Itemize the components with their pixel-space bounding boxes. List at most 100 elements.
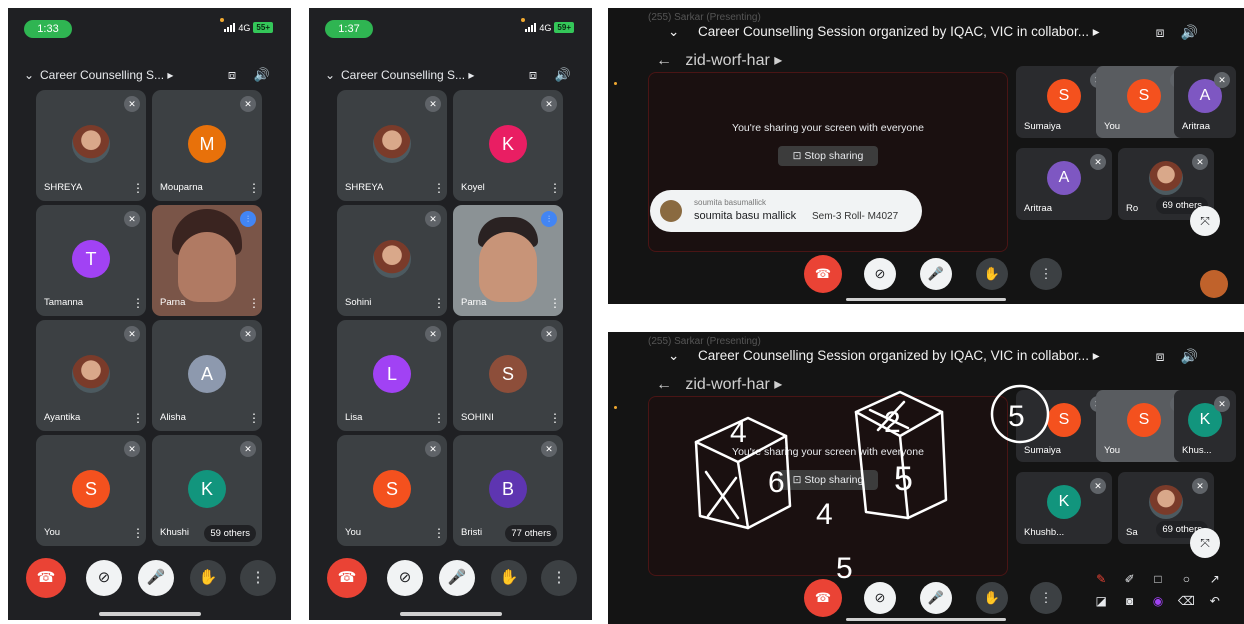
tile-menu-icon[interactable]: ⋮: [549, 181, 561, 195]
others-count-badge[interactable]: 77 others: [505, 525, 557, 542]
meeting-title[interactable]: Career Counselling S... ▸: [40, 68, 217, 82]
color-picker-icon[interactable]: ◉: [1145, 594, 1171, 614]
participant-tile[interactable]: ✕ Sohini ⋮: [337, 205, 447, 316]
speaker-icon[interactable]: 🔊: [1181, 24, 1214, 40]
participant-tile[interactable]: K ✕ Khus...: [1174, 390, 1236, 462]
tile-menu-icon[interactable]: ⋮: [433, 411, 445, 425]
participant-tile[interactable]: ⫶ Parna ⋮: [453, 205, 563, 316]
tile-menu-icon[interactable]: ⋮: [248, 296, 260, 310]
circle-tool-icon[interactable]: ○: [1173, 572, 1199, 592]
tile-menu-icon[interactable]: ⋮: [433, 296, 445, 310]
collapse-chevron-icon[interactable]: ⌄: [668, 348, 698, 364]
home-indicator[interactable]: [846, 618, 1006, 621]
back-arrow-icon[interactable]: ←: [656, 376, 672, 393]
stop-sharing-button[interactable]: ⊡ Stop sharing: [778, 470, 878, 490]
meeting-code-row[interactable]: ← zid-worf-har ▸: [656, 50, 782, 70]
meeting-title[interactable]: Career Counselling S... ▸: [341, 68, 518, 82]
participant-tile[interactable]: S ✕ SOHINI ⋮: [453, 320, 563, 431]
tile-menu-icon[interactable]: ⋮: [132, 296, 144, 310]
tile-menu-icon[interactable]: ⋮: [549, 411, 561, 425]
meeting-title[interactable]: ⌄ Career Counselling Session organized by…: [668, 24, 1184, 46]
participant-tile[interactable]: K ✕ Khushb...: [1016, 472, 1112, 544]
stop-sharing-button[interactable]: ⊡ Stop sharing: [778, 146, 878, 166]
annotate-pen-icon[interactable]: [1200, 270, 1228, 298]
raise-hand-button[interactable]: ✋: [491, 560, 527, 596]
collapse-chevron-icon[interactable]: ⌄: [325, 68, 341, 82]
tile-menu-icon[interactable]: ⋮: [549, 296, 561, 310]
collapse-chevron-icon[interactable]: ⌄: [24, 68, 40, 82]
camera-tool-icon[interactable]: ◙: [1116, 594, 1142, 614]
mic-off-button[interactable]: 🎤: [138, 560, 174, 596]
eraser-icon[interactable]: ⌫: [1173, 594, 1199, 614]
undo-icon[interactable]: ↶: [1202, 594, 1228, 614]
home-indicator[interactable]: [98, 612, 201, 616]
back-arrow-icon[interactable]: ←: [656, 52, 672, 69]
mic-off-button[interactable]: 🎤: [439, 560, 475, 596]
more-options-button[interactable]: ⋮: [1030, 258, 1062, 290]
fullscreen-button[interactable]: ⤧: [1190, 528, 1220, 558]
more-options-button[interactable]: ⋮: [240, 560, 276, 596]
pen-tool-icon[interactable]: ✎: [1088, 572, 1114, 592]
chat-toast[interactable]: soumita basumallick soumita basu mallick…: [650, 190, 922, 232]
highlighter-icon[interactable]: ✐: [1116, 572, 1142, 592]
arrow-tool-icon[interactable]: ↗: [1202, 572, 1228, 592]
camera-off-button[interactable]: ⊘: [864, 258, 896, 290]
mic-muted-icon: ✕: [1214, 72, 1230, 88]
collapse-chevron-icon[interactable]: ⌄: [668, 24, 698, 40]
more-options-button[interactable]: ⋮: [1030, 582, 1062, 614]
end-call-button[interactable]: ☎: [804, 579, 842, 617]
tile-menu-icon[interactable]: ⋮: [248, 411, 260, 425]
participant-tile[interactable]: S ✕ You ⋮: [337, 435, 447, 546]
participant-tile[interactable]: K ✕ Khushi 59 others: [152, 435, 262, 546]
participant-tile[interactable]: T ✕ Tamanna ⋮: [36, 205, 146, 316]
participant-tile[interactable]: S ✕ You ⋮: [36, 435, 146, 546]
switch-camera-icon[interactable]: ⧈: [1156, 24, 1181, 40]
speaker-icon[interactable]: 🔊: [1181, 348, 1214, 364]
camera-off-button[interactable]: ⊘: [86, 560, 122, 596]
participant-tile[interactable]: B ✕ Bristi 77 others: [453, 435, 563, 546]
switch-camera-icon[interactable]: ⧈: [1156, 348, 1181, 364]
toast-message: Sem-3 Roll- M4027: [812, 211, 899, 222]
tile-menu-icon[interactable]: ⋮: [132, 181, 144, 195]
participant-tile[interactable]: A ✕ Aritraa: [1016, 148, 1112, 220]
home-indicator[interactable]: [399, 612, 502, 616]
rectangle-tool-icon[interactable]: □: [1145, 572, 1171, 592]
switch-camera-icon[interactable]: ⧈: [518, 67, 548, 83]
more-options-button[interactable]: ⋮: [541, 560, 577, 596]
end-call-button[interactable]: ☎: [327, 558, 367, 598]
camera-off-button[interactable]: ⊘: [387, 560, 423, 596]
end-call-button[interactable]: ☎: [804, 255, 842, 293]
participant-tile[interactable]: A ✕ Aritraa: [1174, 66, 1236, 138]
participant-tile[interactable]: ✕ Ayantika ⋮: [36, 320, 146, 431]
mic-off-button[interactable]: 🎤: [920, 582, 952, 614]
tile-menu-icon[interactable]: ⋮: [132, 411, 144, 425]
avatar: [373, 240, 411, 278]
fullscreen-button[interactable]: ⤧: [1190, 206, 1220, 236]
participant-tile[interactable]: ✕ SHREYA ⋮: [36, 90, 146, 201]
others-count-badge[interactable]: 59 others: [204, 525, 256, 542]
participant-tile[interactable]: ✕ SHREYA ⋮: [337, 90, 447, 201]
camera-off-button[interactable]: ⊘: [864, 582, 896, 614]
speaker-icon[interactable]: 🔊: [247, 67, 277, 83]
participant-tile[interactable]: M ✕ Mouparna ⋮: [152, 90, 262, 201]
end-call-button[interactable]: ☎: [26, 558, 66, 598]
select-tool-icon[interactable]: ◪: [1088, 594, 1114, 614]
tile-menu-icon[interactable]: ⋮: [433, 181, 445, 195]
switch-camera-icon[interactable]: ⧈: [217, 67, 247, 83]
home-indicator[interactable]: [846, 298, 1006, 301]
participant-tile[interactable]: ⫶ Parna ⋮: [152, 205, 262, 316]
tile-menu-icon[interactable]: ⋮: [132, 526, 144, 540]
participant-tile[interactable]: K ✕ Koyel ⋮: [453, 90, 563, 201]
mic-off-button[interactable]: 🎤: [920, 258, 952, 290]
raise-hand-button[interactable]: ✋: [976, 582, 1008, 614]
tile-menu-icon[interactable]: ⋮: [248, 181, 260, 195]
meeting-code-row[interactable]: ← zid-worf-har ▸: [656, 374, 782, 394]
tile-menu-icon[interactable]: ⋮: [433, 526, 445, 540]
participant-tile[interactable]: L ✕ Lisa ⋮: [337, 320, 447, 431]
speaker-icon[interactable]: 🔊: [548, 67, 578, 83]
participant-name: Aritraa: [1182, 121, 1210, 132]
raise-hand-button[interactable]: ✋: [976, 258, 1008, 290]
raise-hand-button[interactable]: ✋: [190, 560, 226, 596]
participant-tile[interactable]: A ✕ Alisha ⋮: [152, 320, 262, 431]
meeting-title[interactable]: ⌄ Career Counselling Session organized by…: [668, 348, 1184, 370]
